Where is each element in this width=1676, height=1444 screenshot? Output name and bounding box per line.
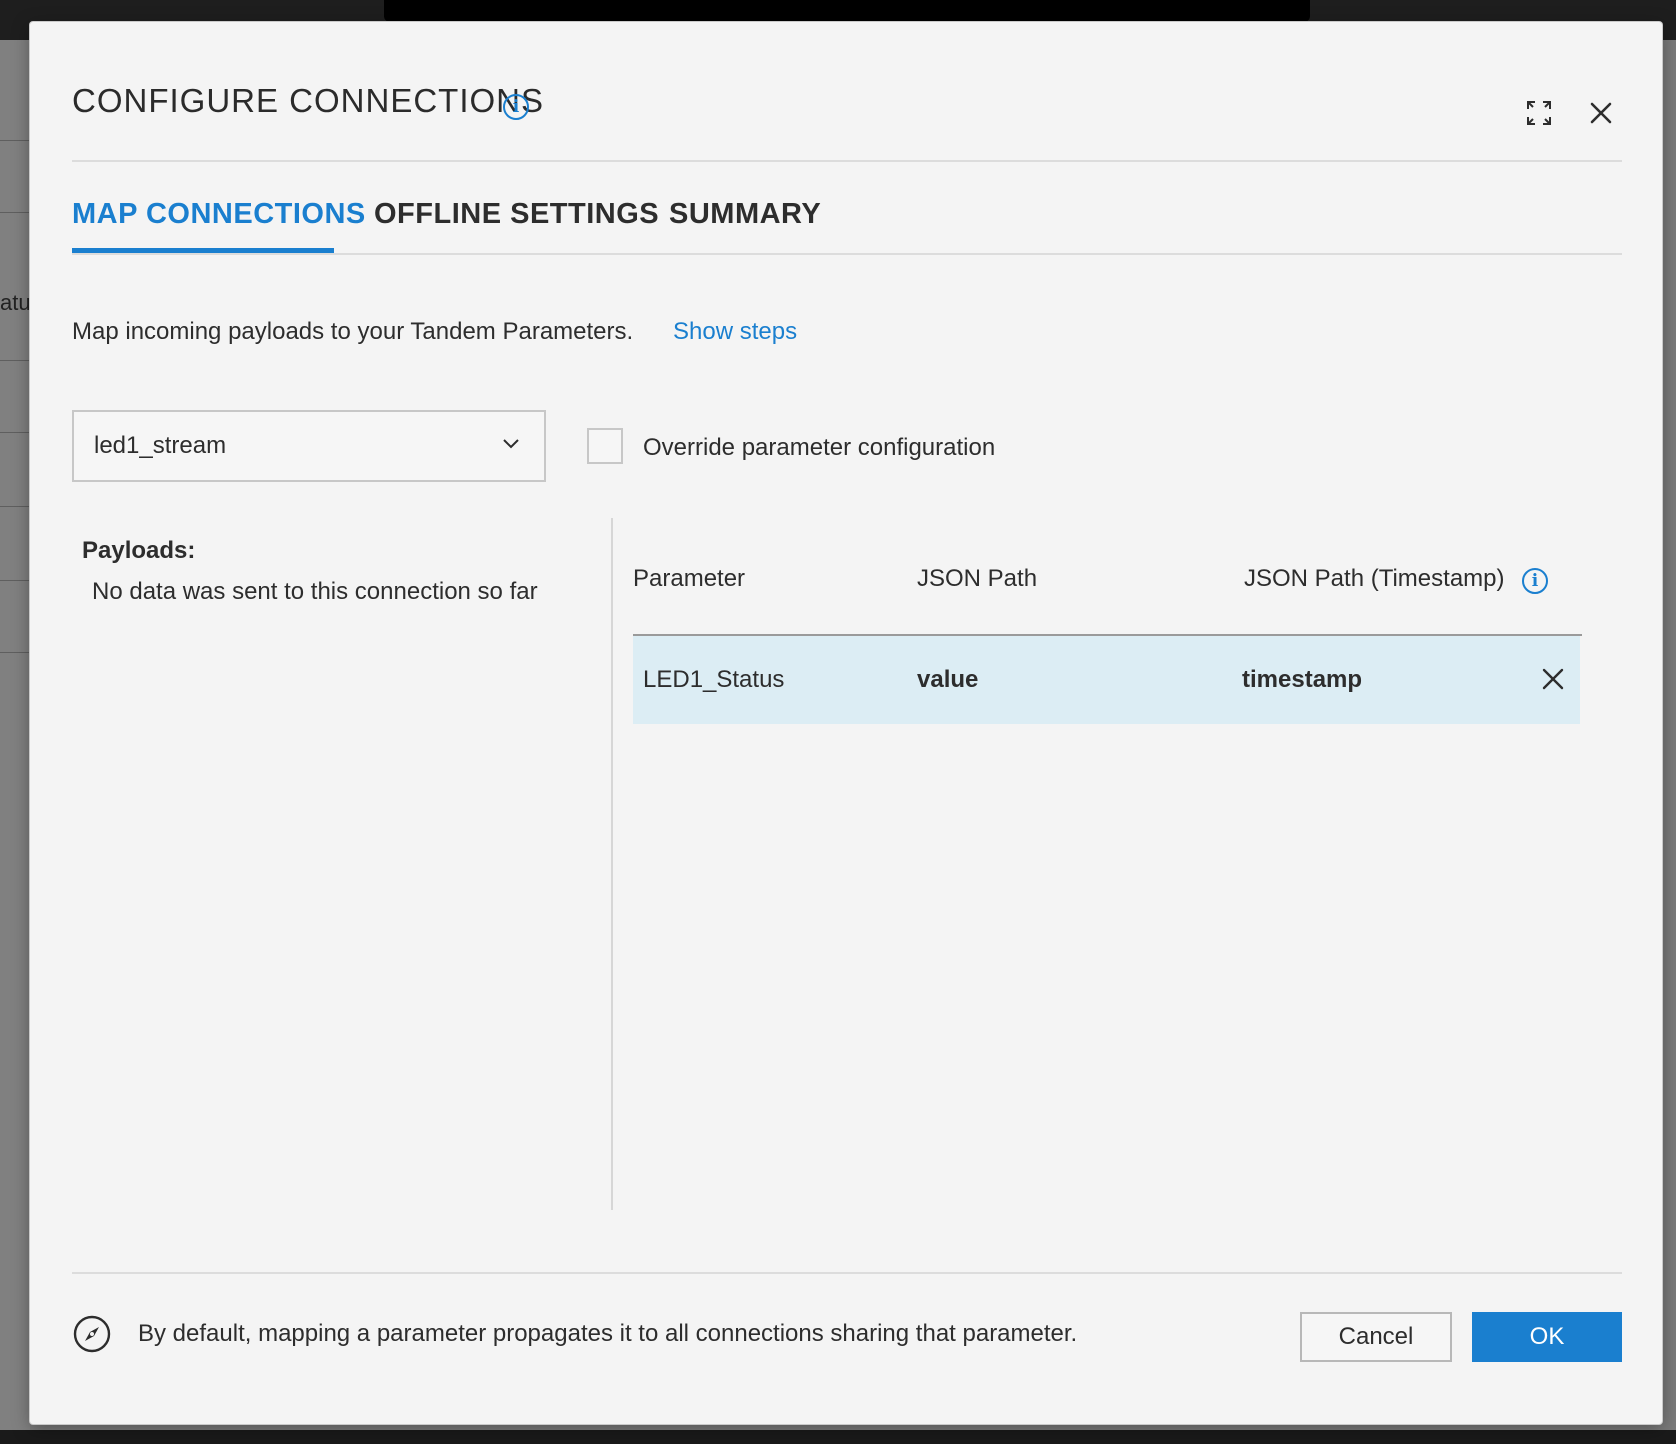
background-app-panel: atu <box>0 40 31 1444</box>
cancel-button[interactable]: Cancel <box>1300 1312 1452 1362</box>
background-divider <box>0 432 30 433</box>
column-header-parameter: Parameter <box>633 565 746 592</box>
background-divider <box>0 212 30 213</box>
background-text-fragment: atu <box>0 290 31 315</box>
panel-divider <box>611 518 613 1210</box>
background-divider <box>0 140 30 141</box>
chevron-down-icon <box>503 439 519 449</box>
footer-divider <box>72 1272 1622 1274</box>
background-divider <box>0 580 30 581</box>
footer-note: By default, mapping a parameter propagat… <box>138 1320 1078 1347</box>
cell-parameter: LED1_Status <box>643 666 785 693</box>
override-checkbox-label: Override parameter configuration <box>643 434 996 461</box>
cell-json-path-timestamp: timestamp <box>1242 666 1363 693</box>
app-bottom-bar <box>0 1430 1676 1444</box>
column-header-json-path-timestamp: JSON Path (Timestamp) <box>1244 565 1505 592</box>
background-divider <box>0 652 30 653</box>
expand-icon[interactable] <box>1522 96 1556 130</box>
tab-summary[interactable]: SUMMARY <box>669 198 821 231</box>
info-icon[interactable]: i <box>1522 568 1548 594</box>
tab-map-connections[interactable]: MAP CONNECTIONS <box>72 198 366 231</box>
compass-icon <box>73 1315 111 1353</box>
table-row[interactable]: LED1_Status value timestamp <box>633 636 1580 724</box>
tab-offline-settings[interactable]: OFFLINE SETTINGS <box>374 198 659 231</box>
stream-select-value: led1_stream <box>94 432 227 459</box>
tabs-divider <box>72 253 1622 255</box>
payloads-title: Payloads: <box>82 537 196 564</box>
payloads-empty-text: No data was sent to this connection so f… <box>92 578 538 605</box>
header-divider <box>72 160 1622 162</box>
override-checkbox[interactable] <box>587 428 623 464</box>
dialog-title: CONFIGURE CONNECTIONS <box>72 82 545 119</box>
configure-connections-dialog: CONFIGURE CONNECTIONS i MAP CONNECTIONS … <box>30 22 1662 1424</box>
background-divider <box>0 360 30 361</box>
ok-button[interactable]: OK <box>1472 1312 1622 1362</box>
info-icon[interactable]: i <box>503 94 529 120</box>
intro-text: Map incoming payloads to your Tandem Par… <box>72 318 634 345</box>
show-steps-link[interactable]: Show steps <box>673 318 797 346</box>
cell-json-path: value <box>917 666 979 693</box>
column-header-json-path: JSON Path <box>917 565 1038 592</box>
remove-row-close-icon[interactable] <box>1538 664 1568 694</box>
background-divider <box>0 506 30 507</box>
app-top-bar-center <box>384 0 1310 22</box>
stream-select[interactable]: led1_stream <box>72 410 546 482</box>
close-icon[interactable] <box>1584 96 1618 130</box>
